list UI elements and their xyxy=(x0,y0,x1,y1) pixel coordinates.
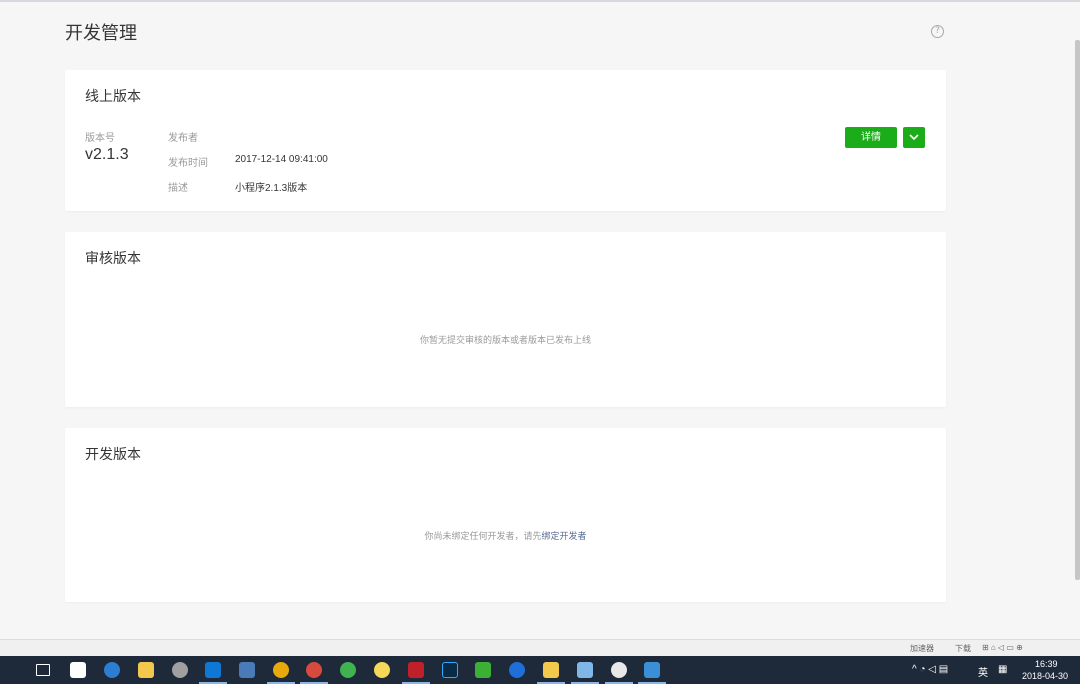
file-explorer-icon[interactable] xyxy=(138,662,154,678)
tray-icons[interactable]: ^ ◔ ◁ ▤ xyxy=(912,664,948,675)
window-top-border xyxy=(0,0,1080,2)
browser-status-bar: 加速器 下载 ⊞ ⌂ ◁ ▭ ⊕ xyxy=(0,639,1080,656)
online-version-card: 线上版本 版本号 v2.1.3 发布者 发布时间 2017-12-14 09:4… xyxy=(65,70,946,211)
review-empty-text: 你暂无提交审核的版本或者版本已发布上线 xyxy=(419,335,591,345)
page-title: 开发管理 xyxy=(65,23,137,43)
publish-time-value: 2017-12-14 09:41:00 xyxy=(235,154,328,165)
iqiyi-icon[interactable] xyxy=(475,662,491,678)
qq-icon[interactable] xyxy=(374,662,390,678)
online-version-title: 线上版本 xyxy=(85,88,141,104)
task-view-icon[interactable] xyxy=(36,664,50,676)
detail-button[interactable]: 详情 xyxy=(845,127,897,148)
network-icon[interactable] xyxy=(239,662,255,678)
page-scrollbar[interactable] xyxy=(1075,40,1080,580)
ime-indicator[interactable]: 英 xyxy=(978,664,988,679)
remote-desktop-icon[interactable] xyxy=(172,662,188,678)
more-actions-button[interactable] xyxy=(903,127,925,148)
filezilla-icon[interactable] xyxy=(408,662,424,678)
review-version-title: 审核版本 xyxy=(85,250,141,266)
clock-date[interactable]: 2018-04-30 xyxy=(1022,671,1068,681)
clock-time[interactable]: 16:39 xyxy=(1035,659,1058,669)
help-icon[interactable]: ? xyxy=(931,25,944,38)
status-icons: ⊞ ⌂ ◁ ▭ ⊕ xyxy=(982,643,1023,652)
edge-icon[interactable] xyxy=(104,662,120,678)
description-value: 小程序2.1.3版本 xyxy=(235,183,308,194)
chevron-down-icon xyxy=(909,134,919,141)
keyboard-icon[interactable]: ▦ xyxy=(998,664,1007,675)
outlook-icon[interactable] xyxy=(205,662,221,678)
kugou-icon[interactable] xyxy=(509,662,525,678)
folder-icon[interactable] xyxy=(543,662,559,678)
version-number-label: 版本号 xyxy=(85,133,115,144)
wechat-devtools-icon[interactable] xyxy=(644,662,660,678)
version-number: v2.1.3 xyxy=(85,146,129,163)
description-label: 描述 xyxy=(168,183,188,194)
review-version-card: 审核版本 你暂无提交审核的版本或者版本已发布上线 xyxy=(65,232,946,407)
dev-version-title: 开发版本 xyxy=(85,446,141,462)
bind-developer-link[interactable]: 绑定开发者 xyxy=(542,531,587,541)
dev-empty-text: 你尚未绑定任何开发者，请先 xyxy=(424,531,542,541)
store-icon[interactable] xyxy=(70,662,86,678)
dev-version-card: 开发版本 你尚未绑定任何开发者，请先绑定开发者 xyxy=(65,428,946,602)
wechat-icon[interactable] xyxy=(611,662,627,678)
taskbar: ^ ◔ ◁ ▤ 英 ▦ 16:39 2018-04-30 xyxy=(0,656,1080,684)
accelerator-label[interactable]: 加速器 xyxy=(910,643,934,654)
publish-time-label: 发布时间 xyxy=(168,158,208,169)
chrome-icon[interactable] xyxy=(273,662,289,678)
browser-360-icon[interactable] xyxy=(340,662,356,678)
chrome-canary-icon[interactable] xyxy=(306,662,322,678)
notepad-icon[interactable] xyxy=(577,662,593,678)
dev-empty-message: 你尚未绑定任何开发者，请先绑定开发者 xyxy=(65,529,946,542)
photoshop-icon[interactable] xyxy=(442,662,458,678)
publisher-label: 发布者 xyxy=(168,133,198,144)
download-label[interactable]: 下载 xyxy=(955,643,971,654)
